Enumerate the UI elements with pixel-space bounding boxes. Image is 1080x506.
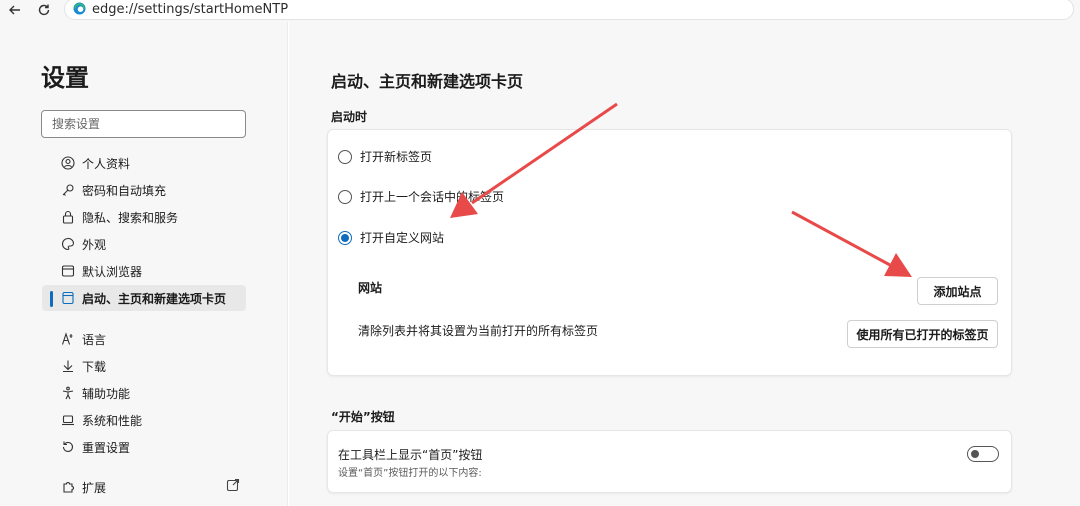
url-text: edge://settings/startHomeNTP [92, 1, 289, 17]
sidebar-title: 设置 [41, 64, 89, 92]
option-label: 打开新标签页 [360, 150, 433, 164]
sidebar-item-label: 密码和自动填充 [82, 183, 167, 198]
page-title: 启动、主页和新建选项卡页 [331, 72, 524, 91]
sidebar-item-label: 系统和性能 [82, 413, 143, 428]
profile-icon [60, 155, 76, 171]
sidebar-item-label: 个人资料 [82, 156, 131, 171]
extensions-icon [60, 479, 76, 495]
sidebar-item-system[interactable]: 系统和性能 [42, 407, 246, 433]
tab-page-icon [60, 290, 76, 306]
sidebar-item-startup-home-newtab[interactable]: 启动、主页和新建选项卡页 [42, 285, 246, 311]
key-icon [60, 182, 76, 198]
sites-label: 网站 [358, 281, 383, 295]
refresh-icon[interactable] [33, 0, 55, 20]
option-label: 打开自定义网站 [360, 231, 445, 245]
startup-card: 打开新标签页 打开上一个会话中的标签页 打开自定义网站 网站 添加站点 清除列表… [327, 129, 1012, 376]
home-button-toggle[interactable] [967, 446, 999, 462]
palette-icon [60, 236, 76, 252]
sidebar-item-passwords[interactable]: 密码和自动填充 [42, 177, 246, 203]
browser-toolbar: edge://settings/startHomeNTP [0, 0, 1080, 22]
radio-button[interactable] [338, 149, 352, 164]
sidebar-item-default-browser[interactable]: 默认浏览器 [42, 258, 246, 284]
sidebar-item-label: 隐私、搜索和服务 [82, 210, 179, 225]
laptop-icon [60, 412, 76, 428]
accessibility-icon [60, 385, 76, 401]
sidebar-item-label: 语言 [82, 332, 107, 347]
home-button-toggle-title: 在工具栏上显示“首页”按钮 [338, 448, 483, 462]
sidebar-item-reset[interactable]: 重置设置 [42, 434, 246, 460]
home-button-section-label: “开始”按钮 [331, 410, 395, 424]
use-open-tabs-button[interactable]: 使用所有已打开的标签页 [847, 320, 998, 348]
search-input[interactable] [41, 110, 246, 138]
startup-option-custom-sites[interactable]: 打开自定义网站 [338, 229, 444, 246]
settings-main: 启动、主页和新建选项卡页 启动时 打开新标签页 打开上一个会话中的标签页 打开自… [289, 22, 1080, 506]
sidebar-item-label: 辅助功能 [82, 386, 131, 401]
sidebar-item-label: 默认浏览器 [82, 264, 143, 279]
download-icon [60, 358, 76, 374]
external-link-icon[interactable] [226, 478, 240, 495]
startup-section-label: 启动时 [331, 110, 368, 124]
sidebar-item-label: 重置设置 [82, 440, 131, 455]
add-site-button[interactable]: 添加站点 [917, 277, 998, 305]
settings-sidebar: 设置 个人资料 密码和自动填充 隐私、搜索和服务 外观 默认浏览器 启动、主页和… [0, 22, 288, 506]
sidebar-item-label: 外观 [82, 237, 107, 252]
edge-logo-icon [73, 0, 86, 19]
reset-icon [60, 439, 76, 455]
language-icon [60, 331, 76, 347]
home-button-toggle-subtitle: 设置“首页”按钮打开的以下内容: [338, 468, 482, 479]
clear-list-text: 清除列表并将其设置为当前打开的所有标签页 [358, 324, 599, 338]
startup-option-new-tab[interactable]: 打开新标签页 [338, 148, 432, 165]
option-label: 打开上一个会话中的标签页 [360, 190, 505, 204]
back-arrow-icon[interactable] [4, 0, 26, 20]
sidebar-item-label: 下载 [82, 359, 107, 374]
sidebar-item-appearance[interactable]: 外观 [42, 231, 246, 257]
address-bar[interactable]: edge://settings/startHomeNTP [64, 0, 1074, 20]
home-button-card: 在工具栏上显示“首页”按钮 设置“首页”按钮打开的以下内容: [327, 430, 1012, 493]
sidebar-item-label: 启动、主页和新建选项卡页 [82, 291, 227, 306]
radio-button-selected[interactable] [338, 230, 352, 245]
sidebar-item-extensions[interactable]: 扩展 [42, 474, 246, 500]
sidebar-item-accessibility[interactable]: 辅助功能 [42, 380, 246, 406]
sidebar-item-downloads[interactable]: 下载 [42, 353, 246, 379]
sidebar-item-profile[interactable]: 个人资料 [42, 150, 246, 176]
sidebar-item-privacy[interactable]: 隐私、搜索和服务 [42, 204, 246, 230]
sidebar-item-label: 扩展 [82, 480, 107, 495]
radio-button[interactable] [338, 189, 352, 204]
lock-icon [60, 209, 76, 225]
browser-icon [60, 263, 76, 279]
sidebar-item-language[interactable]: 语言 [42, 326, 246, 352]
startup-option-previous-session[interactable]: 打开上一个会话中的标签页 [338, 188, 504, 205]
